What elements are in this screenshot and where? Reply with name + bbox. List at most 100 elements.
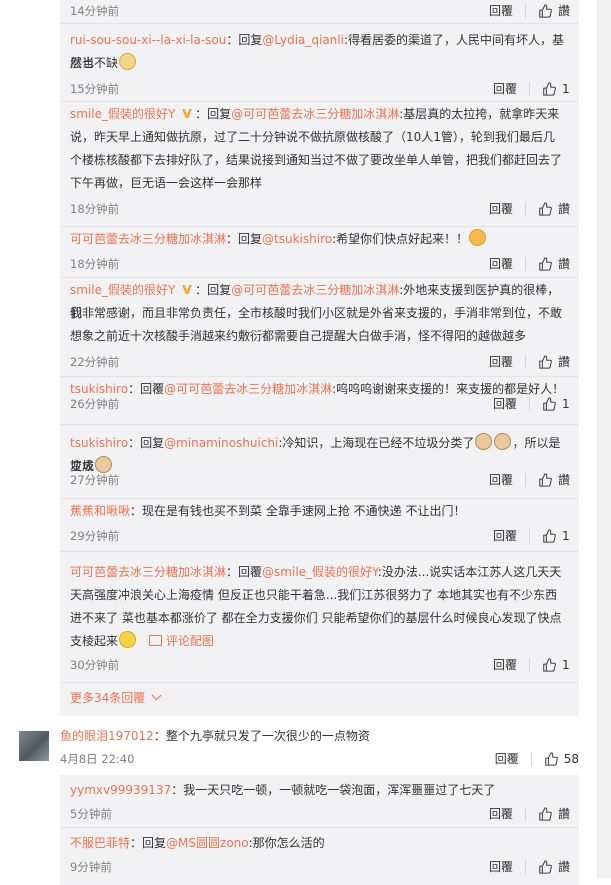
reply-mention[interactable]: @可可芭蕾去冰三分糖加冰淇淋 (164, 382, 332, 396)
reply-meta: 30分钟前 回覆 1 (70, 656, 570, 674)
divider (524, 473, 526, 487)
scrollbar-thumb[interactable] (600, 0, 609, 878)
avatar[interactable] (19, 731, 49, 761)
reply-actions: 回覆 1 (493, 80, 570, 98)
reply-meta: 29分钟前 回覆 1 (70, 527, 570, 545)
reply-username[interactable]: rui-sou-sou-xi--la-xi-la-sou (70, 33, 226, 47)
reply-meta: 22分钟前 回覆 讚 (70, 353, 570, 371)
reply-meta: 15分钟前 回覆 1 (70, 80, 570, 98)
reply-to-label: 回覆 (238, 565, 263, 579)
reply-body: ：我一天只吃一顿，一顿就吃一袋泡面，浑浑噩噩过了七天了 (171, 783, 496, 797)
reply-body: :那你怎么活的 (248, 836, 325, 850)
reply-text-line: 天高强度冲浪关心上海疫情 但反正也只能干着急...我们江苏很努力了 本地其实也有… (70, 588, 558, 602)
reply-button[interactable]: 回覆 (489, 200, 513, 218)
reply-text-line: 支棱起来 评论配图 (70, 630, 570, 653)
reply-username[interactable]: 可可芭蕾去冰三分糖加冰淇淋 (70, 565, 226, 579)
vip-icon (182, 285, 193, 294)
replies-panel: 14分钟前 回覆 讚 rui-sou-sou-xi--la-xi-la-sou ：… (60, 0, 579, 716)
reply-text: 不服巴菲特：回复@MS圆圆zono:那你怎么活的 (70, 836, 325, 850)
reply-to-label: 回复 (142, 836, 167, 850)
like-count: 讚 (557, 355, 570, 369)
like-button[interactable]: 58 (544, 750, 579, 768)
reply-body: 然也不缺 (70, 56, 119, 70)
like-button[interactable]: 讚 (538, 200, 570, 218)
reply-text-line: 下午再做，巨无语一会这样一会那样 (70, 176, 263, 190)
reply-meta: 5分钟前 回覆 讚 (70, 805, 570, 823)
comment-image-link[interactable]: 评论配图 (148, 634, 214, 648)
reply-actions: 回覆 讚 (489, 2, 570, 20)
scrollbar[interactable] (597, 0, 611, 878)
reply-mention[interactable]: @smile_假装的很好Y (262, 565, 378, 579)
reply-actions: 回覆 讚 (489, 805, 570, 823)
reply-actions: 回覆 讚 (489, 353, 570, 371)
reply-username[interactable]: 不服巴菲特 (70, 836, 130, 850)
reply-divider (60, 498, 579, 499)
reply-text: smile_假装的很好Y ：回复@可可芭蕾去冰三分糖加冰淇淋:基层真的太拉挎，就… (70, 107, 560, 121)
reply-username[interactable]: 蕉蕉和啾啾 (70, 504, 130, 518)
reply-mention[interactable]: @MS圆圆zono (166, 836, 249, 850)
reply-button[interactable]: 回覆 (493, 80, 517, 98)
reply-button[interactable]: 回覆 (489, 353, 513, 371)
reply-text-line: 们非常感谢，而且非常负责任，全市核酸时我们小区就是外省来支援的，手消非常到位，不… (70, 306, 563, 320)
reply-divider (60, 277, 579, 278)
reply-time: 15分钟前 (70, 82, 120, 96)
divider (529, 658, 530, 672)
reply-username[interactable]: smile_假装的很好Y (70, 283, 175, 297)
reply-actions: 回覆 1 (493, 527, 570, 545)
cat-emoji-icon (494, 433, 512, 450)
reply-username[interactable]: smile_假装的很好Y (70, 107, 175, 121)
like-button[interactable]: 1 (542, 656, 570, 674)
reply-divider (60, 827, 579, 828)
reply-text: 可可芭蕾去冰三分糖加冰淇淋：回复@tsukishiro:希望你们快点好起来！！ (70, 228, 570, 251)
reply-divider (60, 551, 579, 552)
reply-button[interactable]: 回覆 (495, 750, 519, 768)
reply-actions: 回覆 讚 (489, 471, 570, 489)
reply-mention[interactable]: @tsukishiro (262, 232, 332, 246)
reply-to-label: 回覆 (140, 382, 165, 396)
reply-button[interactable]: 回覆 (489, 471, 513, 489)
reply-meta: 27分钟前 回覆 讚 (70, 471, 570, 489)
reply-button[interactable]: 回覆 (493, 656, 517, 674)
reply-button[interactable]: 回覆 (489, 858, 513, 876)
reply-to-label: 回复 (238, 232, 263, 246)
like-button[interactable]: 1 (542, 527, 570, 545)
like-button[interactable]: 讚 (538, 858, 570, 876)
reply-mention[interactable]: @可可芭蕾去冰三分糖加冰淇淋 (231, 107, 399, 121)
comment-username[interactable]: 鱼的眼泪197012 (60, 729, 154, 743)
like-count: 讚 (557, 860, 570, 874)
like-button[interactable]: 讚 (538, 805, 570, 823)
reply-username[interactable]: 可可芭蕾去冰三分糖加冰淇淋 (70, 232, 226, 246)
reply-button[interactable]: 回覆 (493, 527, 517, 545)
reply-body: :没办法...说实话本江苏人这几天天 (377, 565, 562, 579)
like-button[interactable]: 讚 (538, 255, 570, 273)
reply-button[interactable]: 回覆 (493, 395, 517, 413)
divider (524, 355, 526, 369)
reply-username[interactable]: tsukishiro (70, 382, 128, 396)
reply-button[interactable]: 回覆 (489, 2, 513, 20)
like-button[interactable]: 1 (542, 395, 570, 413)
like-button[interactable]: 1 (542, 80, 570, 98)
comment-text: 鱼的眼泪197012：整个九亭就只发了一次很少的一点物资 (60, 725, 370, 748)
reply-body: :冷知识，上海现在已经不垃圾分类了 (278, 436, 475, 450)
reply-username[interactable]: tsukishiro (70, 436, 128, 450)
doge-emoji-icon (119, 53, 137, 70)
image-icon (148, 635, 162, 646)
like-count: 1 (562, 529, 570, 543)
reply-username[interactable]: yymxv99939137 (70, 783, 171, 797)
like-count: 58 (563, 752, 579, 766)
reply-mention[interactable]: @minaminoshuichi (164, 436, 278, 450)
reply-button[interactable]: 回覆 (489, 255, 513, 273)
like-count: 讚 (557, 807, 570, 821)
like-button[interactable]: 讚 (538, 471, 570, 489)
like-button[interactable]: 讚 (538, 2, 570, 20)
reply-actions: 回覆 讚 (489, 200, 570, 218)
like-button[interactable]: 讚 (538, 353, 570, 371)
like-count: 1 (562, 82, 570, 96)
divider (524, 860, 526, 874)
reply-mention[interactable]: @可可芭蕾去冰三分糖加冰淇淋 (231, 283, 399, 297)
reply-button[interactable]: 回覆 (489, 805, 513, 823)
reply-mention[interactable]: @Lydia_qianli (262, 33, 344, 47)
more-replies-link[interactable]: 更多34条回覆 (70, 689, 162, 707)
reply-time: 22分钟前 (70, 355, 120, 369)
vip-icon (182, 109, 193, 118)
